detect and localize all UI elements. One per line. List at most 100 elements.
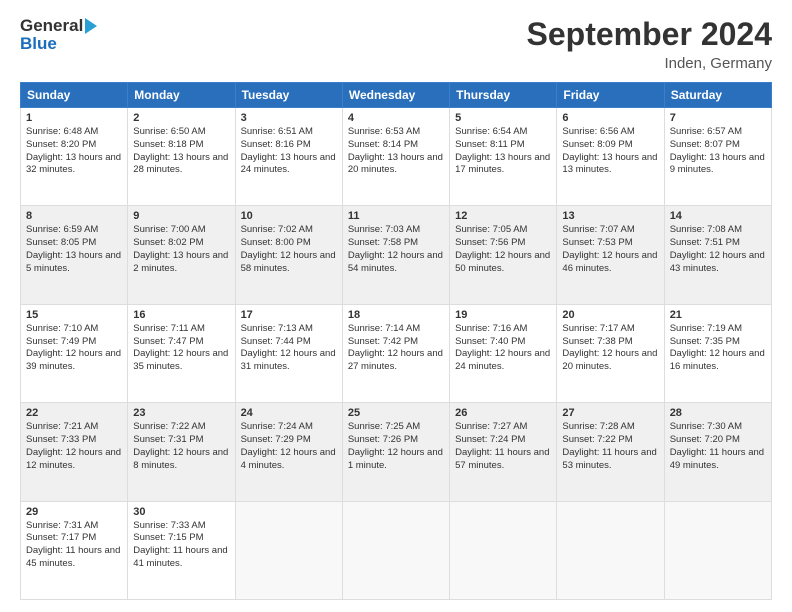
day-header-tuesday: Tuesday bbox=[235, 83, 342, 108]
day-number: 13 bbox=[562, 210, 658, 222]
calendar-cell: 5Sunrise: 6:54 AM Sunset: 8:11 PM Daylig… bbox=[450, 108, 557, 206]
calendar-cell: 10Sunrise: 7:02 AM Sunset: 8:00 PM Dayli… bbox=[235, 206, 342, 304]
calendar-cell: 11 Sunrise: 7:03 AM Sunset: 7:58 PM Dayli… bbox=[342, 206, 449, 304]
cell-details: Sunrise: 7:05 AM Sunset: 7:56 PM Dayligh… bbox=[455, 224, 551, 275]
cell-details: Sunrise: 7:10 AM Sunset: 7:49 PM Dayligh… bbox=[26, 323, 122, 374]
calendar-cell: 1 Sunrise: 6:48 AM Sunset: 8:20 PM Daylig… bbox=[21, 108, 128, 206]
day-number: 1 bbox=[26, 112, 122, 124]
cell-details: Sunrise: 7:16 AM Sunset: 7:40 PM Dayligh… bbox=[455, 323, 551, 374]
cell-details: Sunrise: 7:27 AM Sunset: 7:24 PM Dayligh… bbox=[455, 421, 551, 472]
cell-details: Sunrise: 6:51 AM Sunset: 8:16 PM Dayligh… bbox=[241, 126, 337, 177]
cell-details: Sunrise: 7:19 AM Sunset: 7:35 PM Dayligh… bbox=[670, 323, 766, 374]
cell-details: Sunrise: 7:30 AM Sunset: 7:20 PM Dayligh… bbox=[670, 421, 766, 472]
day-number: 16 bbox=[133, 309, 229, 321]
calendar-cell: 21 Sunrise: 7:19 AM Sunset: 7:35 PM Dayli… bbox=[664, 304, 771, 402]
calendar-cell: 2 Sunrise: 6:50 AM Sunset: 8:18 PM Daylig… bbox=[128, 108, 235, 206]
page: General Blue September 2024 Inden, Germa… bbox=[0, 0, 792, 612]
logo-general-text: General bbox=[20, 16, 83, 36]
cell-details: Sunrise: 7:13 AM Sunset: 7:44 PM Dayligh… bbox=[241, 323, 337, 374]
calendar-cell: 4 Sunrise: 6:53 AM Sunset: 8:14 PM Daylig… bbox=[342, 108, 449, 206]
day-number: 22 bbox=[26, 407, 122, 419]
calendar-cell bbox=[342, 501, 449, 599]
location: Inden, Germany bbox=[527, 55, 772, 72]
day-number: 2 bbox=[133, 112, 229, 124]
header: General Blue September 2024 Inden, Germa… bbox=[20, 16, 772, 72]
calendar-cell bbox=[450, 501, 557, 599]
calendar-cell: 30 Sunrise: 7:33 AM Sunset: 7:15 PM Dayli… bbox=[128, 501, 235, 599]
day-number: 3 bbox=[241, 112, 337, 124]
cell-details: Sunrise: 6:56 AM Sunset: 8:09 PM Dayligh… bbox=[562, 126, 658, 177]
day-number: 8 bbox=[26, 210, 122, 222]
calendar-cell: 18 Sunrise: 7:14 AM Sunset: 7:42 PM Dayli… bbox=[342, 304, 449, 402]
day-number: 7 bbox=[670, 112, 766, 124]
cell-details: Sunrise: 7:21 AM Sunset: 7:33 PM Dayligh… bbox=[26, 421, 122, 472]
cell-details: Sunrise: 7:33 AM Sunset: 7:15 PM Dayligh… bbox=[133, 520, 229, 571]
day-number: 18 bbox=[348, 309, 444, 321]
cell-details: Sunrise: 7:14 AM Sunset: 7:42 PM Dayligh… bbox=[348, 323, 444, 374]
day-number: 11 bbox=[348, 210, 444, 222]
cell-details: Sunrise: 6:54 AM Sunset: 8:11 PM Dayligh… bbox=[455, 126, 551, 177]
calendar-cell: 27Sunrise: 7:28 AM Sunset: 7:22 PM Dayli… bbox=[557, 403, 664, 501]
calendar-week-row: 8 Sunrise: 6:59 AM Sunset: 8:05 PM Daylig… bbox=[21, 206, 772, 304]
cell-details: Sunrise: 7:24 AM Sunset: 7:29 PM Dayligh… bbox=[241, 421, 337, 472]
cell-details: Sunrise: 7:11 AM Sunset: 7:47 PM Dayligh… bbox=[133, 323, 229, 374]
calendar-cell: 17Sunrise: 7:13 AM Sunset: 7:44 PM Dayli… bbox=[235, 304, 342, 402]
title-block: September 2024 Inden, Germany bbox=[527, 16, 772, 72]
calendar-week-row: 29 Sunrise: 7:31 AM Sunset: 7:17 PM Dayli… bbox=[21, 501, 772, 599]
cell-details: Sunrise: 7:07 AM Sunset: 7:53 PM Dayligh… bbox=[562, 224, 658, 275]
cell-details: Sunrise: 6:59 AM Sunset: 8:05 PM Dayligh… bbox=[26, 224, 122, 275]
day-header-monday: Monday bbox=[128, 83, 235, 108]
cell-details: Sunrise: 6:53 AM Sunset: 8:14 PM Dayligh… bbox=[348, 126, 444, 177]
day-header-thursday: Thursday bbox=[450, 83, 557, 108]
day-number: 9 bbox=[133, 210, 229, 222]
calendar-cell: 29 Sunrise: 7:31 AM Sunset: 7:17 PM Dayli… bbox=[21, 501, 128, 599]
day-number: 19 bbox=[455, 309, 551, 321]
calendar-week-row: 22 Sunrise: 7:21 AM Sunset: 7:33 PM Dayli… bbox=[21, 403, 772, 501]
day-number: 29 bbox=[26, 506, 122, 518]
logo: General Blue bbox=[20, 16, 97, 54]
calendar-cell: 25 Sunrise: 7:25 AM Sunset: 7:26 PM Dayli… bbox=[342, 403, 449, 501]
calendar-cell: 6 Sunrise: 6:56 AM Sunset: 8:09 PM Daylig… bbox=[557, 108, 664, 206]
calendar-cell bbox=[235, 501, 342, 599]
calendar-header-row: SundayMondayTuesdayWednesdayThursdayFrid… bbox=[21, 83, 772, 108]
calendar-cell: 14Sunrise: 7:08 AM Sunset: 7:51 PM Dayli… bbox=[664, 206, 771, 304]
calendar-cell bbox=[557, 501, 664, 599]
calendar-cell: 12 Sunrise: 7:05 AM Sunset: 7:56 PM Dayli… bbox=[450, 206, 557, 304]
logo-blue-text: Blue bbox=[20, 34, 57, 53]
day-number: 20 bbox=[562, 309, 658, 321]
day-number: 28 bbox=[670, 407, 766, 419]
day-number: 21 bbox=[670, 309, 766, 321]
calendar-cell: 9 Sunrise: 7:00 AM Sunset: 8:02 PM Daylig… bbox=[128, 206, 235, 304]
day-header-friday: Friday bbox=[557, 83, 664, 108]
calendar-table: SundayMondayTuesdayWednesdayThursdayFrid… bbox=[20, 82, 772, 600]
calendar-cell: 19 Sunrise: 7:16 AM Sunset: 7:40 PM Dayli… bbox=[450, 304, 557, 402]
day-number: 25 bbox=[348, 407, 444, 419]
calendar-cell: 22 Sunrise: 7:21 AM Sunset: 7:33 PM Dayli… bbox=[21, 403, 128, 501]
calendar-cell: 24Sunrise: 7:24 AM Sunset: 7:29 PM Dayli… bbox=[235, 403, 342, 501]
cell-details: Sunrise: 7:31 AM Sunset: 7:17 PM Dayligh… bbox=[26, 520, 122, 571]
cell-details: Sunrise: 6:57 AM Sunset: 8:07 PM Dayligh… bbox=[670, 126, 766, 177]
cell-details: Sunrise: 7:03 AM Sunset: 7:58 PM Dayligh… bbox=[348, 224, 444, 275]
day-number: 4 bbox=[348, 112, 444, 124]
day-header-wednesday: Wednesday bbox=[342, 83, 449, 108]
calendar-cell: 15Sunrise: 7:10 AM Sunset: 7:49 PM Dayli… bbox=[21, 304, 128, 402]
day-number: 26 bbox=[455, 407, 551, 419]
day-number: 30 bbox=[133, 506, 229, 518]
calendar-cell: 20Sunrise: 7:17 AM Sunset: 7:38 PM Dayli… bbox=[557, 304, 664, 402]
calendar-cell: 7 Sunrise: 6:57 AM Sunset: 8:07 PM Daylig… bbox=[664, 108, 771, 206]
day-number: 6 bbox=[562, 112, 658, 124]
calendar-cell: 16 Sunrise: 7:11 AM Sunset: 7:47 PM Dayli… bbox=[128, 304, 235, 402]
cell-details: Sunrise: 7:02 AM Sunset: 8:00 PM Dayligh… bbox=[241, 224, 337, 275]
calendar-cell: 28 Sunrise: 7:30 AM Sunset: 7:20 PM Dayli… bbox=[664, 403, 771, 501]
cell-details: Sunrise: 6:50 AM Sunset: 8:18 PM Dayligh… bbox=[133, 126, 229, 177]
cell-details: Sunrise: 6:48 AM Sunset: 8:20 PM Dayligh… bbox=[26, 126, 122, 177]
day-number: 14 bbox=[670, 210, 766, 222]
logo-arrow-icon bbox=[85, 18, 97, 34]
calendar-week-row: 1 Sunrise: 6:48 AM Sunset: 8:20 PM Daylig… bbox=[21, 108, 772, 206]
day-header-saturday: Saturday bbox=[664, 83, 771, 108]
cell-details: Sunrise: 7:25 AM Sunset: 7:26 PM Dayligh… bbox=[348, 421, 444, 472]
day-number: 27 bbox=[562, 407, 658, 419]
cell-details: Sunrise: 7:00 AM Sunset: 8:02 PM Dayligh… bbox=[133, 224, 229, 275]
calendar-cell: 13 Sunrise: 7:07 AM Sunset: 7:53 PM Dayli… bbox=[557, 206, 664, 304]
day-number: 12 bbox=[455, 210, 551, 222]
